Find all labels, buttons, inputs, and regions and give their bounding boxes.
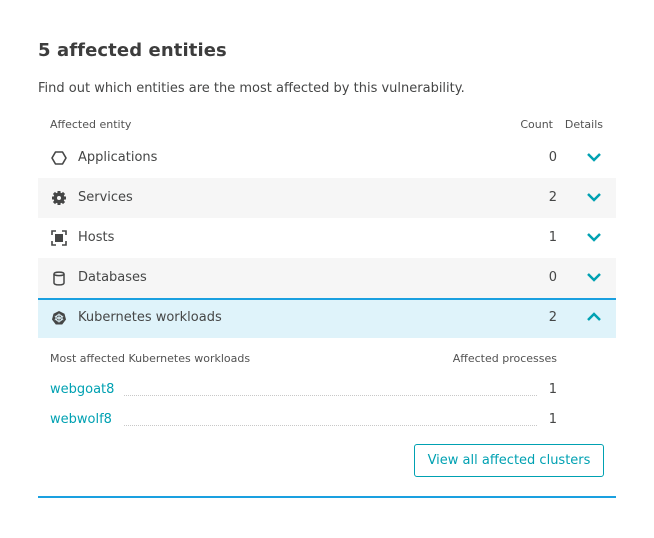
chevron-down-icon[interactable]	[586, 231, 602, 243]
dotted-leader	[124, 395, 537, 396]
detail-header-processes: Affected processes	[452, 352, 557, 365]
section-title: 5 affected entities	[38, 40, 227, 61]
chevron-down-icon[interactable]	[586, 271, 602, 283]
dotted-leader	[124, 425, 537, 426]
chevron-down-icon[interactable]	[586, 191, 602, 203]
view-all-affected-clusters-button[interactable]: View all affected clusters	[414, 444, 604, 477]
kubernetes-icon	[51, 310, 67, 326]
entity-row-applications[interactable]: Applications 0	[38, 138, 616, 178]
host-icon	[51, 230, 67, 246]
entity-label: Hosts	[78, 230, 115, 245]
workload-link[interactable]: webwolf8	[50, 412, 112, 427]
entity-row-kubernetes-workloads[interactable]: Kubernetes workloads 2	[38, 298, 616, 338]
entity-row-hosts[interactable]: Hosts 1	[38, 218, 616, 258]
affected-entities-table: Affected entity Count Details Applicatio…	[38, 112, 616, 498]
column-header-entity: Affected entity	[50, 118, 132, 131]
column-header-count: Count	[520, 118, 553, 131]
database-icon	[51, 270, 67, 286]
workload-row: webgoat8 1	[50, 382, 557, 402]
gear-icon	[51, 190, 67, 206]
entity-count: 2	[548, 310, 557, 325]
entity-row-services[interactable]: Services 2	[38, 178, 616, 218]
chevron-down-icon[interactable]	[586, 151, 602, 163]
detail-header-name: Most affected Kubernetes workloads	[50, 352, 251, 365]
entity-count: 0	[548, 150, 557, 165]
entity-count: 0	[548, 270, 557, 285]
entity-label: Services	[78, 190, 133, 205]
entity-count: 2	[548, 190, 557, 205]
entity-count: 1	[548, 230, 557, 245]
workload-link[interactable]: webgoat8	[50, 382, 114, 397]
workload-row: webwolf8 1	[50, 412, 557, 432]
entity-label: Applications	[78, 150, 158, 165]
table-header: Affected entity Count Details	[38, 112, 616, 138]
workload-process-count: 1	[548, 412, 557, 427]
entity-row-databases[interactable]: Databases 0	[38, 258, 616, 298]
section-subtitle: Find out which entities are the most aff…	[38, 81, 465, 96]
workload-process-count: 1	[548, 382, 557, 397]
entity-label: Databases	[78, 270, 147, 285]
chevron-up-icon[interactable]	[586, 311, 602, 323]
kubernetes-workloads-details: Most affected Kubernetes workloads Affec…	[38, 338, 616, 498]
column-header-details: Details	[564, 118, 603, 131]
entity-label: Kubernetes workloads	[78, 310, 222, 325]
hexagon-icon	[51, 150, 67, 166]
